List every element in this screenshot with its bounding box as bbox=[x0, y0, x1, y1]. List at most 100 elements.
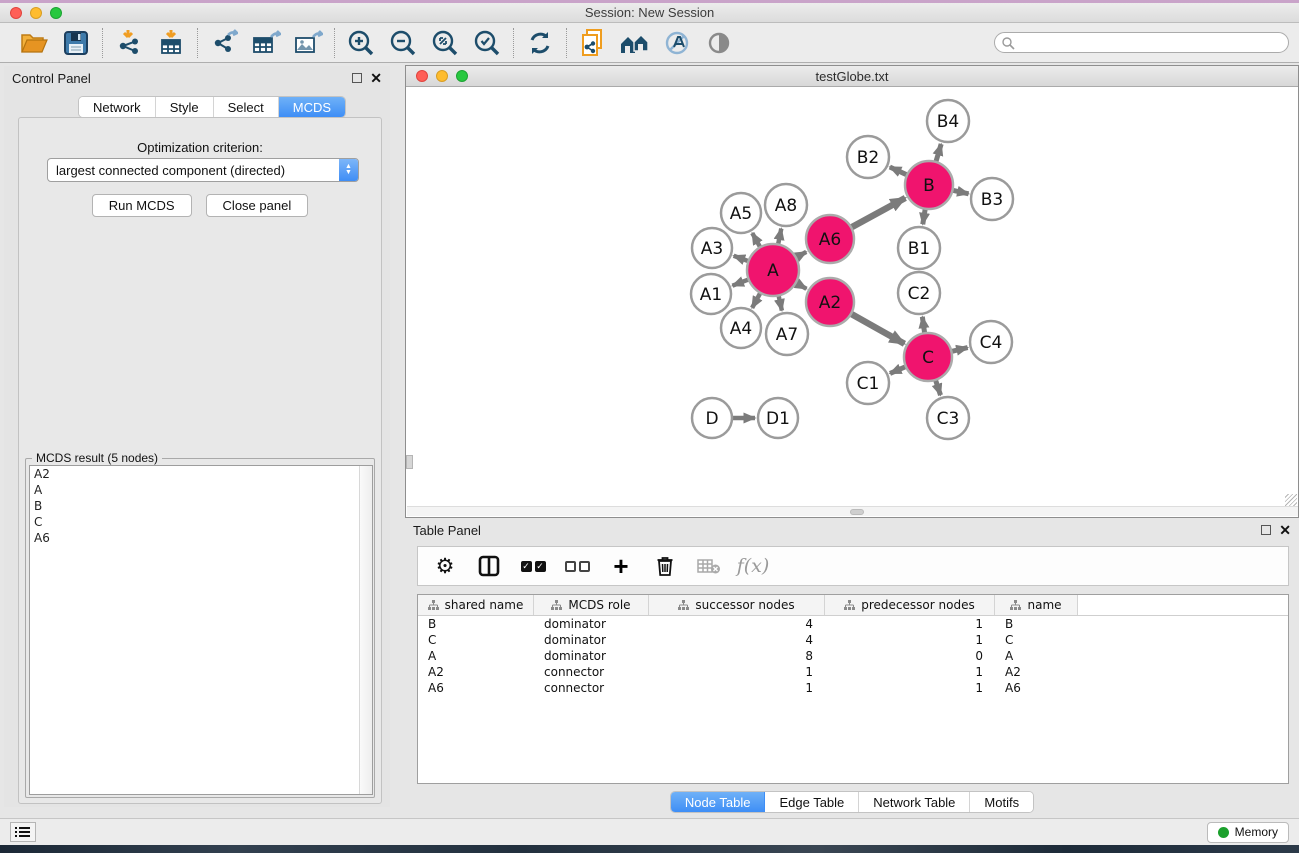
task-history-button[interactable] bbox=[10, 822, 36, 842]
svg-text:A4: A4 bbox=[730, 319, 752, 339]
save-session-icon[interactable] bbox=[60, 28, 92, 58]
node-A1[interactable]: A1 bbox=[691, 274, 731, 314]
column-header-predecessor-nodes[interactable]: predecessor nodes bbox=[825, 595, 995, 615]
mcds-result-item[interactable]: C bbox=[30, 514, 372, 530]
node-C1[interactable]: C1 bbox=[847, 362, 889, 404]
network-horizontal-scrollbar[interactable] bbox=[407, 506, 1298, 516]
network-canvas[interactable]: B4 B2 B B3 A5A8A6 A3 B1 A A1 C2 A2 A4 A7 C4 C C1 C3 D D1 bbox=[407, 88, 1298, 507]
network-vertical-scrollbar-thumb[interactable] bbox=[406, 455, 413, 469]
edge-A2-C[interactable] bbox=[849, 313, 904, 344]
delete-column-icon[interactable] bbox=[652, 553, 678, 579]
node-A2[interactable]: A2 bbox=[806, 278, 854, 326]
node-A8[interactable]: A8 bbox=[765, 184, 807, 226]
table-settings-gear-icon[interactable]: ⚙ bbox=[432, 553, 458, 579]
svg-text:C1: C1 bbox=[857, 374, 880, 394]
node-table[interactable]: shared nameMCDS rolesuccessor nodesprede… bbox=[417, 594, 1289, 784]
export-network-icon[interactable] bbox=[208, 28, 240, 58]
node-C3[interactable]: C3 bbox=[927, 397, 969, 439]
mcds-result-item[interactable]: A2 bbox=[30, 466, 372, 482]
show-hide-graphics-icon[interactable] bbox=[703, 28, 735, 58]
table-cell: 4 bbox=[649, 633, 825, 647]
column-header-shared-name[interactable]: shared name bbox=[418, 595, 534, 615]
zoom-selected-icon[interactable] bbox=[471, 28, 503, 58]
table-row[interactable]: A2connector11A2 bbox=[418, 664, 1288, 680]
hide-labels-icon[interactable] bbox=[661, 28, 693, 58]
memory-status-icon bbox=[1218, 827, 1229, 838]
node-A3[interactable]: A3 bbox=[692, 228, 732, 268]
mcds-result-item[interactable]: A6 bbox=[30, 530, 372, 546]
close-panel-icon[interactable]: ✕ bbox=[370, 73, 382, 83]
node-A5[interactable]: A5 bbox=[721, 193, 761, 233]
svg-text:A7: A7 bbox=[776, 325, 798, 345]
tab-motifs[interactable]: Motifs bbox=[970, 792, 1033, 812]
open-file-icon[interactable] bbox=[18, 28, 50, 58]
zoom-out-icon[interactable] bbox=[387, 28, 419, 58]
column-header-MCDS-role[interactable]: MCDS role bbox=[534, 595, 649, 615]
tab-select[interactable]: Select bbox=[214, 97, 279, 117]
mcds-result-item[interactable]: A bbox=[30, 482, 372, 498]
select-all-columns-icon[interactable]: ✓✓ bbox=[520, 553, 546, 579]
network-hscroll-thumb[interactable] bbox=[850, 509, 864, 515]
tab-network-table[interactable]: Network Table bbox=[859, 792, 970, 812]
node-B1[interactable]: B1 bbox=[898, 227, 940, 269]
mcds-list-scrollbar[interactable] bbox=[359, 466, 372, 794]
svg-text:D1: D1 bbox=[766, 409, 790, 429]
export-table-icon[interactable] bbox=[250, 28, 282, 58]
table-float-panel-icon[interactable] bbox=[1261, 525, 1271, 535]
node-D1[interactable]: D1 bbox=[758, 398, 798, 438]
svg-text:A3: A3 bbox=[701, 239, 723, 259]
criterion-select[interactable]: largest connected component (directed) ▲… bbox=[47, 158, 359, 182]
node-B3[interactable]: B3 bbox=[971, 178, 1013, 220]
node-B2[interactable]: B2 bbox=[847, 136, 889, 178]
tab-style[interactable]: Style bbox=[156, 97, 214, 117]
first-neighbors-icon[interactable] bbox=[619, 28, 651, 58]
table-close-panel-icon[interactable]: ✕ bbox=[1279, 525, 1291, 535]
svg-text:A: A bbox=[767, 261, 779, 281]
tab-node-table[interactable]: Node Table bbox=[671, 792, 766, 812]
delete-table-icon[interactable] bbox=[696, 553, 722, 579]
import-network-icon[interactable] bbox=[113, 28, 145, 58]
tab-network[interactable]: Network bbox=[79, 97, 156, 117]
tab-mcds[interactable]: MCDS bbox=[279, 97, 345, 117]
function-builder-icon[interactable]: f(x) bbox=[740, 553, 766, 579]
refresh-icon[interactable] bbox=[524, 28, 556, 58]
tab-edge-table[interactable]: Edge Table bbox=[765, 792, 859, 812]
node-A4[interactable]: A4 bbox=[721, 308, 761, 348]
new-network-from-selection-icon[interactable] bbox=[577, 28, 609, 58]
window-resize-grip[interactable] bbox=[1285, 494, 1297, 506]
node-A6[interactable]: A6 bbox=[806, 215, 854, 263]
mcds-result-item[interactable]: B bbox=[30, 498, 372, 514]
mcds-result-list[interactable]: A2ABCA6 bbox=[29, 465, 373, 795]
node-A[interactable]: A bbox=[747, 244, 799, 296]
edge-A6-B[interactable] bbox=[849, 198, 905, 229]
search-field[interactable] bbox=[994, 32, 1289, 53]
node-A7[interactable]: A7 bbox=[766, 313, 808, 355]
memory-button[interactable]: Memory bbox=[1207, 822, 1289, 843]
search-input[interactable] bbox=[1015, 36, 1288, 50]
table-cell: 1 bbox=[825, 617, 995, 631]
node-B4[interactable]: B4 bbox=[927, 100, 969, 142]
zoom-in-icon[interactable] bbox=[345, 28, 377, 58]
table-row[interactable]: Adominator80A bbox=[418, 648, 1288, 664]
run-mcds-button[interactable]: Run MCDS bbox=[92, 194, 192, 217]
table-row[interactable]: Bdominator41B bbox=[418, 616, 1288, 632]
float-panel-icon[interactable] bbox=[352, 73, 362, 83]
zoom-fit-icon[interactable] bbox=[429, 28, 461, 58]
table-row[interactable]: A6connector11A6 bbox=[418, 680, 1288, 696]
close-panel-button[interactable]: Close panel bbox=[206, 194, 309, 217]
import-table-icon[interactable] bbox=[155, 28, 187, 58]
unselect-all-columns-icon[interactable] bbox=[564, 553, 590, 579]
network-window-titlebar[interactable]: testGlobe.txt bbox=[406, 66, 1298, 87]
export-image-icon[interactable] bbox=[292, 28, 324, 58]
node-C2[interactable]: C2 bbox=[898, 272, 940, 314]
column-header-successor-nodes[interactable]: successor nodes bbox=[649, 595, 825, 615]
node-B[interactable]: B bbox=[905, 161, 953, 209]
node-C[interactable]: C bbox=[904, 333, 952, 381]
column-header-name[interactable]: name bbox=[995, 595, 1078, 615]
create-column-icon[interactable]: + bbox=[608, 553, 634, 579]
node-D[interactable]: D bbox=[692, 398, 732, 438]
show-columns-icon[interactable] bbox=[476, 553, 502, 579]
node-C4[interactable]: C4 bbox=[970, 321, 1012, 363]
table-row[interactable]: Cdominator41C bbox=[418, 632, 1288, 648]
table-cell: 0 bbox=[825, 649, 995, 663]
